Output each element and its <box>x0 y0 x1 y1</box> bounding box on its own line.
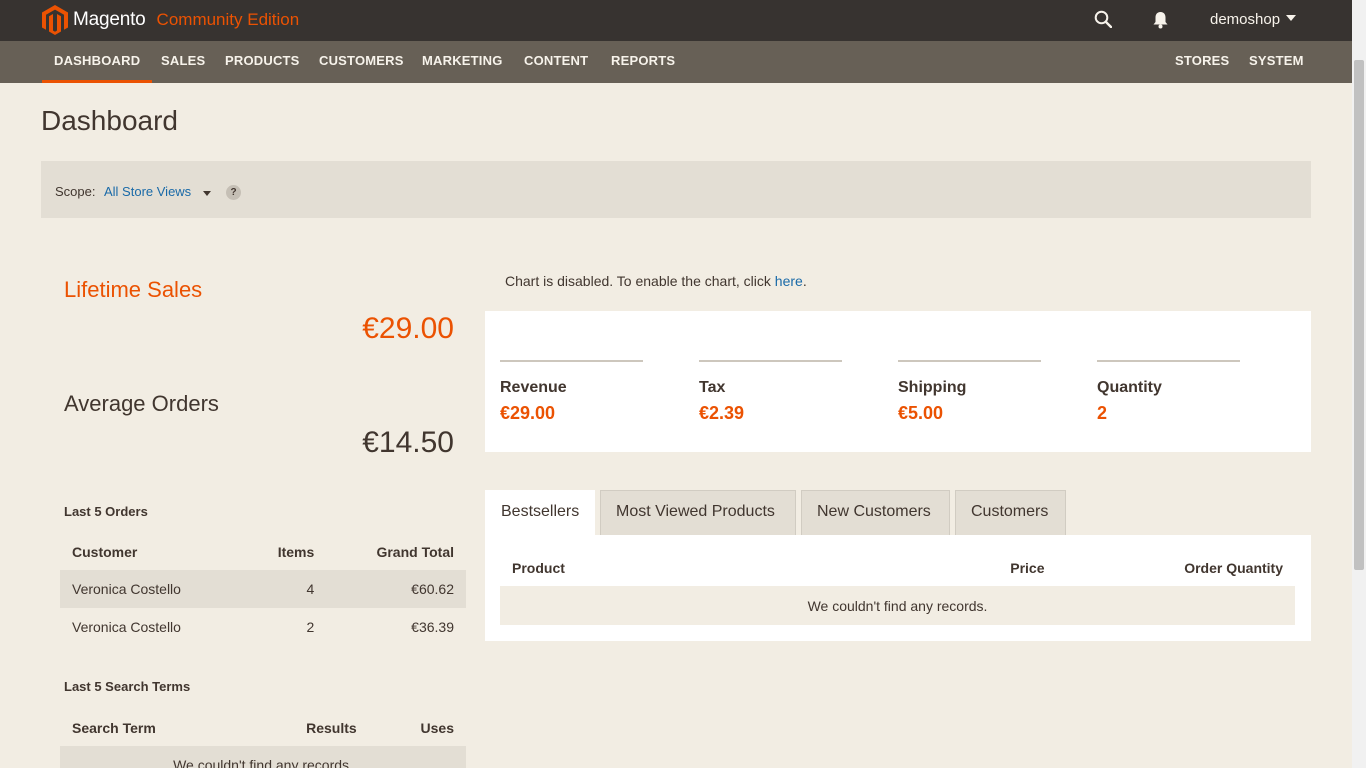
last-search-terms-table: Search Term Results Uses We couldn't fin… <box>60 710 466 768</box>
last-search-terms-heading: Last 5 Search Terms <box>64 679 191 694</box>
brand-edition: Community Edition <box>156 10 300 29</box>
total-label: Tax <box>699 379 726 396</box>
nav-products[interactable]: PRODUCTS <box>225 41 300 83</box>
nav-system[interactable]: SYSTEM <box>1249 41 1304 83</box>
chart-message-text: Chart is disabled. To enable the chart, … <box>505 273 775 289</box>
user-name: demoshop <box>1210 11 1281 28</box>
scope-label: Scope: <box>55 184 96 199</box>
column-header: Uses <box>420 720 454 736</box>
scope-bar: Scope: All Store Views ? <box>41 161 1311 218</box>
total-value: €29.00 <box>500 403 556 423</box>
nav-stores[interactable]: STORES <box>1175 41 1229 83</box>
last-orders-heading: Last 5 Orders <box>64 504 148 519</box>
total-quantity: Quantity 2 <box>1097 360 1240 424</box>
empty-message: We couldn't find any records. <box>500 586 1295 625</box>
total-value: €2.39 <box>699 403 745 423</box>
total-label: Quantity <box>1097 379 1162 396</box>
tab-bestsellers[interactable]: Bestsellers <box>485 490 595 535</box>
main-nav: DASHBOARD SALES PRODUCTS CUSTOMERS MARKE… <box>0 41 1352 83</box>
bestsellers-panel: Product Price Order Quantity We couldn't… <box>485 535 1311 641</box>
average-orders-label: Average Orders <box>64 391 219 416</box>
logo-link[interactable]: Magento Community Edition <box>42 4 299 36</box>
nav-content[interactable]: CONTENT <box>524 41 588 83</box>
total-value: €5.00 <box>898 403 944 423</box>
chevron-down-icon <box>1286 15 1297 21</box>
search-icon[interactable] <box>1094 10 1112 28</box>
total-tax: Tax €2.39 <box>699 360 842 424</box>
scrollbar-thumb[interactable] <box>1354 60 1364 570</box>
column-header: Price <box>1010 560 1045 576</box>
total-label: Revenue <box>500 379 567 396</box>
tab-most-viewed-products[interactable]: Most Viewed Products <box>600 490 796 535</box>
column-header: Product <box>512 560 565 576</box>
order-customer: Veronica Costello <box>60 570 243 608</box>
help-icon[interactable]: ? <box>226 185 241 200</box>
page-scrollbar[interactable] <box>1352 0 1366 768</box>
total-revenue: Revenue €29.00 <box>500 360 643 424</box>
brand-name: Magento <box>73 9 146 30</box>
table-row[interactable]: Veronica Costello 4 €60.62 <box>60 570 466 608</box>
nav-reports[interactable]: REPORTS <box>611 41 675 83</box>
enable-chart-link[interactable]: here <box>775 273 803 289</box>
total-shipping: Shipping €5.00 <box>898 360 1041 424</box>
column-header: Results <box>306 720 357 736</box>
table-row: We couldn't find any records. <box>60 746 466 768</box>
lifetime-sales-value: €29.00 <box>362 312 454 345</box>
column-header: Search Term <box>72 720 156 736</box>
empty-message: We couldn't find any records. <box>60 746 466 768</box>
order-total: €60.62 <box>326 570 466 608</box>
nav-marketing[interactable]: MARKETING <box>422 41 503 83</box>
column-header: Items <box>277 544 315 560</box>
lifetime-sales-label: Lifetime Sales <box>64 277 203 302</box>
order-total: €36.39 <box>411 619 454 635</box>
order-customer: Veronica Costello <box>72 619 181 635</box>
scope-switcher[interactable]: All Store Views <box>104 184 191 199</box>
average-orders-value: €14.50 <box>362 426 454 459</box>
total-label: Shipping <box>898 379 967 396</box>
bell-icon[interactable] <box>1152 11 1169 29</box>
column-header: Customer <box>72 544 138 560</box>
order-items: 2 <box>306 619 315 635</box>
tab-customers[interactable]: Customers <box>955 490 1066 535</box>
page-title: Dashboard <box>41 105 178 136</box>
top-header: Magento Community Edition demoshop <box>0 0 1352 41</box>
nav-sales[interactable]: SALES <box>161 41 205 83</box>
nav-customers[interactable]: CUSTOMERS <box>319 41 404 83</box>
order-items: 4 <box>242 570 327 608</box>
totals-panel: Revenue €29.00 Tax €2.39 Shipping €5.00 … <box>485 311 1311 452</box>
last-orders-table: Customer Items Grand Total Veronica Cost… <box>60 534 466 646</box>
chart-disabled-message: Chart is disabled. To enable the chart, … <box>505 273 807 289</box>
column-header: Order Quantity <box>1184 560 1283 576</box>
user-menu[interactable]: demoshop <box>1210 11 1297 28</box>
magento-logo-icon <box>42 5 68 35</box>
total-value: 2 <box>1097 403 1108 423</box>
column-header: Grand Total <box>376 544 454 560</box>
nav-dashboard[interactable]: DASHBOARD <box>41 41 153 83</box>
chart-message-suffix: . <box>802 273 807 289</box>
chevron-down-icon[interactable] <box>203 191 211 196</box>
table-row: We couldn't find any records. <box>500 586 1295 625</box>
table-row[interactable]: Veronica Costello 2 €36.39 <box>60 608 466 646</box>
tab-new-customers[interactable]: New Customers <box>801 490 950 535</box>
bestsellers-table: Product Price Order Quantity We couldn't… <box>500 550 1295 625</box>
